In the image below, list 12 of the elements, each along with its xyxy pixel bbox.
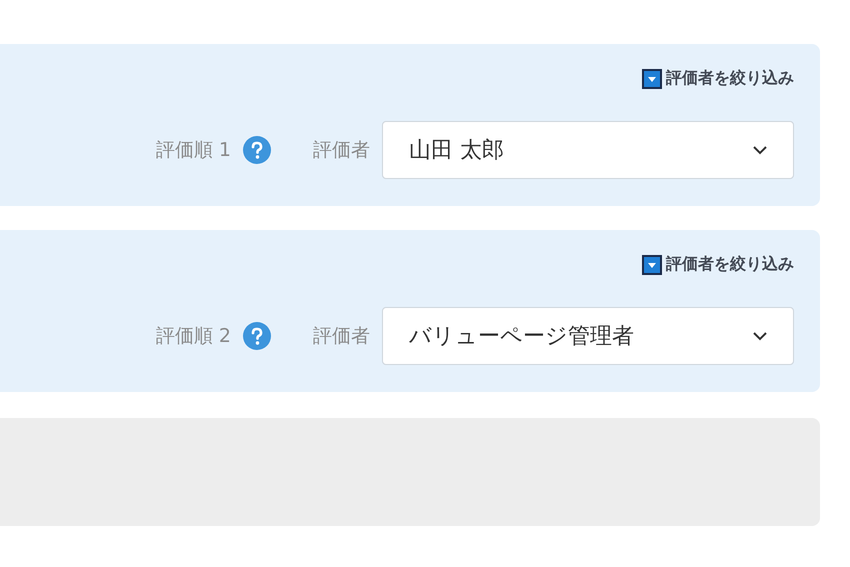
order-label: 評価順 1 [156,138,231,163]
help-icon[interactable] [243,322,271,350]
filter-evaluators-link[interactable]: 評価者を絞り込み [642,254,794,275]
evaluator-select[interactable]: バリューページ管理者 [382,307,794,365]
evaluator-label: 評価者 [313,324,370,349]
dropdown-icon [642,254,662,274]
help-icon[interactable] [243,136,271,164]
evaluator-select[interactable]: 山田 太郎 [382,121,794,179]
evaluator-label: 評価者 [313,138,370,163]
filter-evaluators-link[interactable]: 評価者を絞り込み [642,68,794,89]
dropdown-icon [642,68,662,88]
order-label: 評価順 2 [156,324,231,349]
